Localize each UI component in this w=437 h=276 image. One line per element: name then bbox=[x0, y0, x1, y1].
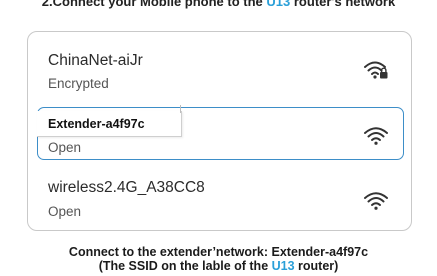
step-title: 2.Connect your Mobile phone to the U13 r… bbox=[0, 0, 437, 9]
wifi-network-item-selected[interactable]: Extender-a4f97c Open bbox=[37, 105, 404, 160]
instruction-note-suffix: router) bbox=[294, 259, 339, 273]
instruction-note: (The SSID on the lable of the U13 router… bbox=[0, 259, 437, 273]
step-title-suffix: router's network bbox=[290, 0, 396, 9]
network-ssid: wireless2.4G_A38CC8 bbox=[48, 179, 205, 196]
instruction-note-text: (The SSID on the lable of the bbox=[98, 259, 272, 273]
step-title-text: 2.Connect your Mobile phone to the bbox=[41, 0, 267, 9]
page: 2.Connect your Mobile phone to the U13 r… bbox=[0, 0, 437, 276]
network-security: Open bbox=[48, 140, 82, 155]
wifi-icon bbox=[364, 127, 388, 145]
wifi-network-item[interactable]: wireless2.4G_A38CC8 Open bbox=[28, 165, 413, 230]
wifi-lock-icon bbox=[364, 61, 388, 79]
network-ssid: Extender-a4f97c bbox=[48, 117, 145, 131]
router-model: U13 bbox=[266, 0, 291, 9]
router-model: U13 bbox=[271, 259, 295, 273]
wifi-network-list: ChinaNet-aiJr Encrypted Extender-a4f97c … bbox=[27, 31, 412, 231]
network-security: Open bbox=[48, 204, 82, 219]
instruction-caption: Connect to the extender’network: Extende… bbox=[68, 245, 369, 259]
network-security: Encrypted bbox=[48, 76, 109, 91]
wifi-icon bbox=[364, 192, 388, 210]
network-ssid: ChinaNet-aiJr bbox=[48, 52, 143, 69]
wifi-network-item[interactable]: ChinaNet-aiJr Encrypted bbox=[28, 32, 413, 102]
